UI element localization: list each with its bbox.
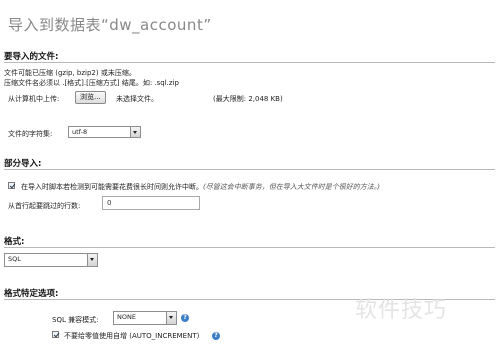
help-icon[interactable]: ? — [212, 332, 220, 340]
upload-label: 从计算机中上传: — [8, 95, 60, 103]
browse-button[interactable]: 浏览... — [75, 91, 106, 104]
sql-compat-select-value: NONE — [117, 313, 136, 321]
charset-select-value: utf-8 — [72, 128, 88, 136]
file-section-heading: 要导入的文件: — [4, 52, 59, 62]
no-file-text: 未选择文件。 — [116, 95, 158, 103]
max-size-text: (最大限制: 2,048 KB) — [213, 95, 283, 103]
chevron-down-icon — [130, 127, 140, 137]
no-auto-increment-zero-label: 不要给零值使用自增 (AUTO_INCREMENT) — [64, 332, 200, 340]
partial-section-divider — [4, 169, 495, 170]
page-title: 导入到数据表“dw_account” — [8, 16, 212, 34]
no-auto-increment-zero-checkbox[interactable] — [52, 331, 59, 338]
skip-rows-input[interactable]: 0 — [102, 196, 200, 210]
format-section-heading: 格式: — [4, 237, 25, 247]
compression-info-line2: 压缩文件名必须以 .[格式].[压缩方式] 结尾。如: .sql.zip — [4, 79, 179, 87]
format-options-heading: 格式特定选项: — [4, 289, 59, 299]
watermark-text: 软件技巧 — [355, 298, 448, 323]
sql-compat-label: SQL 兼容模式: — [52, 316, 99, 324]
sql-compat-select[interactable]: NONE — [113, 311, 177, 325]
skip-rows-label: 从首行起要跳过的行数: — [8, 202, 81, 210]
allow-interrupt-label: 在导入时脚本若检测到可能需要花费很长时间则允许中断。(尽管这会中断事务，但在导入… — [21, 182, 380, 192]
chevron-down-icon — [166, 312, 176, 324]
file-section-divider — [4, 62, 495, 63]
allow-interrupt-note: (尽管这会中断事务，但在导入大文件时是个很好的方法。) — [203, 183, 380, 191]
allow-interrupt-checkbox[interactable] — [8, 182, 15, 189]
allow-interrupt-text: 在导入时脚本若检测到可能需要花费很长时间则允许中断。 — [21, 183, 203, 191]
partial-section-heading: 部分导入: — [4, 159, 42, 169]
charset-select[interactable]: utf-8 — [68, 126, 141, 138]
chevron-down-icon — [87, 254, 97, 266]
help-icon[interactable]: ? — [181, 314, 189, 322]
format-select[interactable]: SQL — [4, 253, 98, 267]
format-select-value: SQL — [8, 255, 21, 263]
charset-label: 文件的字符集: — [8, 130, 53, 138]
format-section-divider — [4, 247, 495, 248]
compression-info-line1: 文件可能已压缩 (gzip, bzip2) 或未压缩。 — [4, 69, 136, 77]
